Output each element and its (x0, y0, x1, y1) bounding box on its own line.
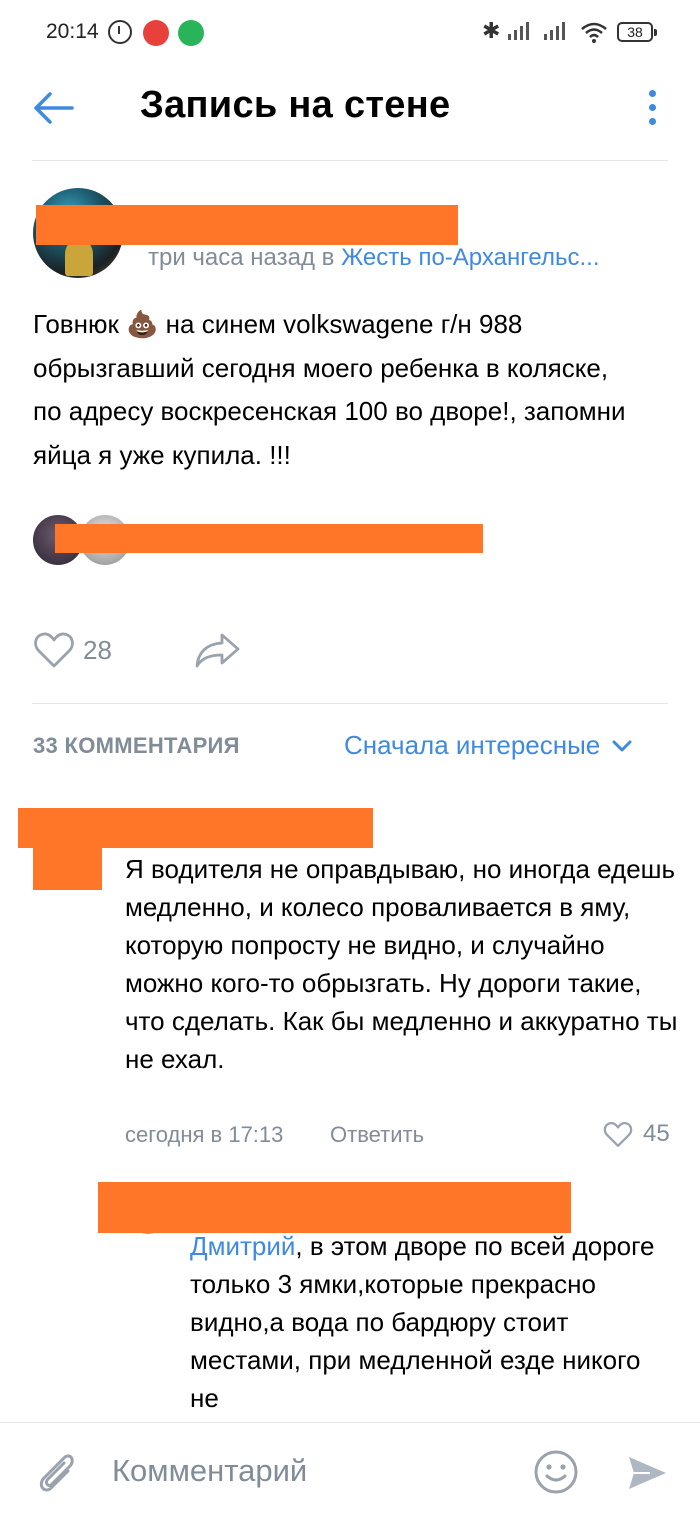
share-button[interactable] (194, 631, 242, 669)
post-text-start: Говнюк (33, 309, 127, 339)
app-notification-icon (143, 20, 169, 46)
send-icon (629, 1457, 666, 1489)
reply-comment-text: Дмитрий, в этом дворе по всей дороге тол… (190, 1227, 660, 1417)
redacted-reply-author (98, 1182, 571, 1233)
like-button[interactable]: 28 (33, 630, 112, 670)
post-time: три часа назад в (148, 244, 342, 271)
back-button[interactable] (30, 90, 76, 126)
comment-composer (0, 1422, 700, 1517)
comment-like-count: 45 (643, 1120, 670, 1147)
sort-label: Сначала интересные (344, 730, 601, 760)
alarm-icon (108, 20, 132, 44)
share-arrow-icon (195, 633, 240, 668)
emoji-button[interactable] (533, 1449, 579, 1495)
group-link[interactable]: Жесть по-Архангельс... (341, 244, 599, 271)
header-divider (32, 160, 668, 161)
arrow-left-icon (34, 92, 74, 124)
attach-button[interactable] (34, 1449, 78, 1495)
status-time: 20:14 (46, 20, 99, 43)
redacted-commenter-name (18, 808, 373, 848)
reply-button[interactable]: Ответить (330, 1122, 424, 1148)
signal-icon (542, 20, 570, 42)
poop-emoji-icon: 💩 (126, 309, 159, 339)
comments-count: 33 КОММЕНТАРИЯ (33, 733, 240, 758)
mention-link[interactable]: Дмитрий (190, 1231, 295, 1261)
smiley-icon (534, 1450, 578, 1494)
more-vertical-icon-dot (649, 104, 656, 111)
redacted-commenter-avatar (33, 847, 102, 890)
comment-text: Я водителя не оправдываю, но иногда едеш… (125, 854, 678, 1074)
battery-icon: 38 (617, 22, 657, 42)
comments-sort-select[interactable]: Сначала интересные (344, 730, 632, 761)
post-meta: три часа назад в Жесть по-Архангельс... (148, 244, 599, 272)
send-button[interactable] (626, 1453, 668, 1493)
heart-icon (603, 1121, 633, 1147)
chevron-down-icon (612, 740, 632, 751)
paperclip-icon (39, 1454, 74, 1492)
bluetooth-icon: ✱ (482, 18, 501, 43)
comment-input[interactable] (112, 1451, 502, 1491)
comment-date: сегодня в 17:13 (125, 1122, 284, 1147)
like-count: 28 (83, 634, 112, 665)
more-vertical-icon-dot (649, 118, 656, 125)
wifi-icon (580, 20, 608, 44)
status-bar: 20:14 ✱ 38 (0, 0, 700, 66)
signal-icon (506, 20, 534, 42)
comment-like-button[interactable]: 45 (603, 1120, 670, 1148)
redacted-author-name (36, 205, 458, 245)
top-bar: Запись на стене (0, 66, 700, 161)
post-text: Говнюк 💩 на синем volkswagene г/н 988 об… (33, 303, 643, 477)
heart-icon (34, 632, 74, 668)
redacted-liked-by-text (55, 524, 483, 553)
actions-divider (32, 703, 668, 704)
more-vertical-icon (649, 90, 656, 97)
home-app-notification-icon (178, 20, 204, 46)
more-options-button[interactable] (640, 88, 666, 128)
page-title: Запись на стене (140, 84, 451, 126)
